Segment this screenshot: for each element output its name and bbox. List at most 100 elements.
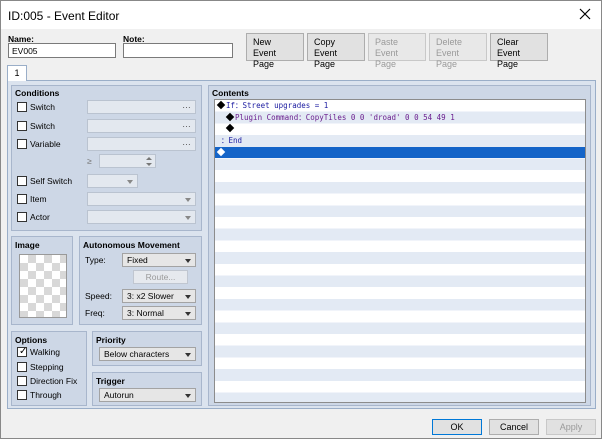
new-event-page-button[interactable]: New Event Page — [246, 33, 304, 69]
button-line1: Clear — [497, 37, 519, 47]
character-image-preview[interactable] — [19, 254, 67, 318]
stepping-checkbox[interactable] — [17, 362, 27, 372]
command-name: If — [226, 101, 236, 110]
autonomous-title: Autonomous Movement — [83, 240, 180, 250]
command-separator: ： — [235, 101, 243, 110]
command-separator: ： — [221, 136, 229, 146]
command-name: Plugin Command — [235, 112, 299, 122]
speed-select[interactable]: 3: x2 Slower — [122, 289, 196, 303]
variable-label: Variable — [30, 139, 61, 149]
image-title: Image — [15, 240, 40, 250]
actor-label: Actor — [30, 212, 50, 222]
switch1-field[interactable]: … — [87, 100, 196, 114]
chevron-down-icon — [185, 295, 191, 299]
chevron-down-icon — [185, 353, 191, 357]
command-text: Street upgrades = 1 — [242, 101, 329, 110]
command-text: End — [228, 136, 243, 146]
command-separator: ： — [298, 112, 306, 122]
stepping-label: Stepping — [30, 362, 64, 372]
through-checkbox[interactable] — [17, 390, 27, 400]
ellipsis-icon: … — [182, 100, 191, 110]
button-line2: Event Page — [436, 48, 460, 69]
movement-type-select[interactable]: Fixed — [122, 253, 196, 267]
event-command-list[interactable]: If：Street upgrades = 1 Plugin Command：Co… — [214, 99, 586, 403]
button-line1: Paste — [375, 37, 399, 47]
command-row[interactable]: ：End — [215, 135, 585, 147]
walking-checkbox[interactable]: ✓ — [17, 346, 28, 357]
direction-fix-checkbox[interactable] — [17, 376, 27, 386]
ok-button[interactable]: OK — [432, 419, 482, 435]
selected-value: 3: x2 Slower — [127, 291, 174, 301]
button-line2: Event Page — [253, 48, 277, 69]
self-switch-checkbox[interactable] — [17, 176, 27, 186]
paste-event-page-button[interactable]: Paste Event Page — [368, 33, 426, 69]
switch1-label: Switch — [30, 102, 56, 112]
tab-page-1[interactable]: 1 — [7, 65, 27, 81]
greater-equal-label: ≥ — [87, 156, 92, 166]
cancel-button[interactable]: Cancel — [489, 419, 539, 435]
selected-value: Autorun — [104, 390, 134, 400]
selected-value: Fixed — [127, 255, 148, 265]
options-title: Options — [15, 335, 48, 345]
button-line2: Event Page — [375, 48, 399, 69]
name-input[interactable]: EV005 — [8, 43, 116, 58]
command-row[interactable]: If：Street upgrades = 1 — [215, 100, 585, 112]
spin-up-icon[interactable] — [146, 157, 152, 160]
freq-label: Freq: — [85, 308, 105, 318]
item-checkbox[interactable] — [17, 194, 27, 204]
conditions-title: Conditions — [15, 88, 60, 98]
copy-event-page-button[interactable]: Copy Event Page — [307, 33, 365, 69]
command-row[interactable]: Plugin Command：CopyTiles 0 0 'droad' 0 0… — [215, 112, 585, 124]
through-label: Through — [30, 390, 62, 400]
selected-value: 3: Normal — [127, 308, 164, 318]
switch2-label: Switch — [30, 121, 56, 131]
window-title: ID:005 - Event Editor — [8, 9, 120, 23]
actor-checkbox[interactable] — [17, 212, 27, 222]
checkmark-icon: ✓ — [19, 346, 28, 357]
variable-checkbox[interactable] — [17, 139, 27, 149]
button-line1: New — [253, 37, 272, 47]
variable-value-spinner[interactable] — [99, 154, 156, 168]
speed-label: Speed: — [85, 291, 112, 301]
command-row-selected[interactable] — [215, 146, 585, 159]
chevron-down-icon — [185, 312, 191, 316]
priority-title: Priority — [96, 335, 126, 345]
switch2-field[interactable]: … — [87, 119, 196, 133]
item-label: Item — [30, 194, 47, 204]
ellipsis-icon: … — [182, 137, 191, 147]
button-line2: Event Page — [314, 48, 338, 69]
item-select[interactable] — [87, 192, 196, 206]
walking-label: Walking — [30, 347, 60, 357]
self-switch-label: Self Switch — [30, 176, 73, 186]
title-bar: ID:005 - Event Editor — [1, 1, 601, 29]
variable-field[interactable]: … — [87, 137, 196, 151]
switch1-checkbox[interactable] — [17, 102, 27, 112]
chevron-down-icon — [185, 198, 191, 202]
note-input[interactable] — [123, 43, 233, 58]
ellipsis-icon: … — [182, 119, 191, 129]
route-button[interactable]: Route... — [133, 270, 188, 284]
selected-value: Below characters — [104, 349, 170, 359]
trigger-title: Trigger — [96, 376, 125, 386]
direction-fix-label: Direction Fix — [30, 376, 78, 386]
trigger-select[interactable]: Autorun — [99, 388, 196, 402]
diamond-icon — [225, 124, 235, 133]
freq-select[interactable]: 3: Normal — [122, 306, 196, 320]
clear-event-page-button[interactable]: Clear Event Page — [490, 33, 548, 69]
delete-event-page-button[interactable]: Delete Event Page — [429, 33, 487, 69]
button-line1: Copy — [314, 37, 336, 47]
actor-select[interactable] — [87, 210, 196, 224]
close-icon[interactable] — [578, 7, 592, 21]
command-row[interactable] — [215, 123, 585, 135]
contents-title: Contents — [212, 88, 249, 98]
diamond-icon — [225, 112, 235, 121]
spin-down-icon[interactable] — [146, 163, 152, 166]
chevron-down-icon — [185, 259, 191, 263]
chevron-down-icon — [185, 394, 191, 398]
self-switch-select[interactable] — [87, 174, 138, 188]
apply-button[interactable]: Apply — [546, 419, 596, 435]
type-label: Type: — [85, 255, 106, 265]
chevron-down-icon — [127, 180, 133, 184]
priority-select[interactable]: Below characters — [99, 347, 196, 361]
switch2-checkbox[interactable] — [17, 121, 27, 131]
